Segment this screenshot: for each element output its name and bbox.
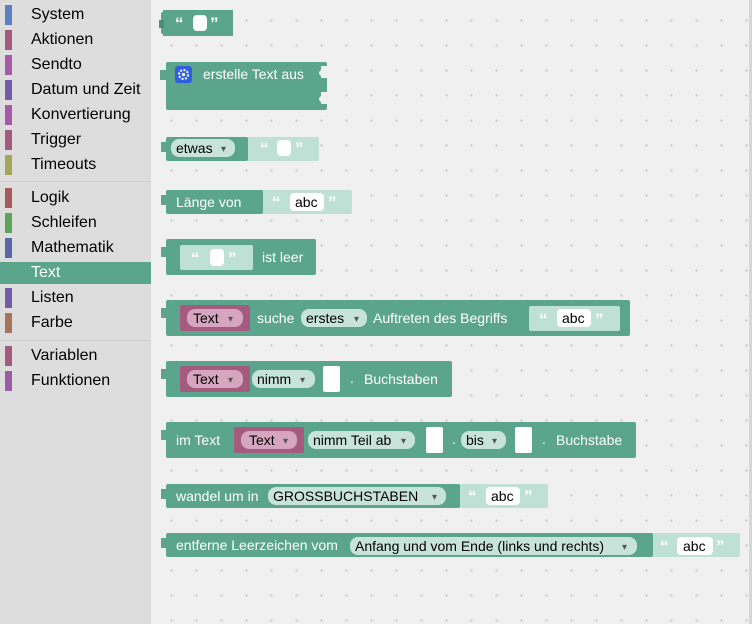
occurrence-label: Auftreten des Begriffs [373,310,507,326]
search-label: suche [257,310,295,326]
empty-value-input[interactable] [515,427,532,453]
chevron-down-icon: ▾ [354,314,359,325]
trim-side-value: Anfang und vom Ende (links und rechts) [355,538,604,554]
trim-label: entferne Leerzeichen vom [176,537,338,553]
text-substring-block[interactable]: im Text Text ▾ nimm Teil ab ▾ . bis ▾ . … [161,422,636,458]
dot-label: . [350,370,354,386]
append-variable-name: etwas [176,140,213,156]
case-value: GROSSBUCHSTABEN [273,488,418,504]
create-text-label: erstelle Text aus [203,66,304,82]
length-label: Länge von [176,194,241,210]
letter-label: Buchstabe [556,432,622,448]
quote-close: ” [210,14,219,33]
variable-name: Text [193,371,219,387]
is-empty-label: ist leer [262,249,304,265]
quote-open: “ [175,14,184,33]
case-input-value: abc [491,488,514,504]
text-charat-block[interactable]: Text ▾ nimm ▾ . Buchstaben [161,361,452,397]
quote-open: “ [468,487,477,506]
quote-open: “ [660,537,669,556]
text-isempty-block[interactable]: “ ” ist leer [161,239,316,275]
chevron-down-icon: ▾ [401,436,406,447]
chevron-down-icon: ▾ [492,436,497,447]
text-input-empty[interactable] [210,249,224,266]
create-text-block[interactable]: erstelle Text aus [160,62,327,110]
chevron-down-icon: ▾ [300,375,305,386]
text-input-empty[interactable] [193,15,207,31]
mode-value: nimm [257,371,291,387]
quote-close: ” [228,249,237,268]
length-value: abc [295,194,318,210]
quote-close: ” [716,537,725,556]
mode-value: nimm Teil ab [313,432,392,448]
text-indexof-block[interactable]: Text ▾ suche erstes ▾ Auftreten des Begr… [161,300,630,336]
chevron-down-icon: ▾ [432,492,437,503]
chevron-down-icon: ▾ [228,314,233,325]
empty-value-input[interactable] [426,427,443,453]
quote-open: “ [272,193,281,212]
text-changecase-block[interactable]: wandel um in GROSSBUCHSTABEN ▾ “ abc ” [161,484,548,508]
quote-open: “ [191,249,200,268]
quote-close: ” [524,487,533,506]
chevron-down-icon: ▾ [622,542,627,553]
blocks-canvas: “ ” erstelle Text aus etwas ▾ “ ” Länge … [159,10,740,557]
gear-icon[interactable] [175,66,192,83]
text-append-block[interactable]: etwas ▾ “ ” [161,137,319,161]
to-value: bis [466,432,484,448]
quote-close: ” [328,193,337,212]
in-text-label: im Text [176,432,220,448]
text-length-block[interactable]: Länge von “ abc ” [161,190,352,214]
quote-open: “ [539,310,548,329]
dot-label: . [542,431,546,447]
chevron-down-icon: ▾ [283,436,288,447]
text-input-empty[interactable] [277,140,291,156]
quote-close: ” [595,310,604,329]
dot-label: . [452,431,456,447]
quote-open: “ [260,139,269,158]
text-literal-block[interactable]: “ ” [159,10,233,36]
mode-value: erstes [306,310,344,326]
convert-label: wandel um in [175,488,259,504]
variable-name: Text [193,310,219,326]
quote-close: ” [295,139,304,158]
trim-input-value: abc [683,538,706,554]
letters-label: Buchstaben [364,371,438,387]
empty-value-input[interactable] [323,366,340,392]
search-value: abc [562,310,585,326]
variable-name: Text [249,432,275,448]
chevron-down-icon: ▾ [228,375,233,386]
chevron-down-icon: ▾ [221,144,226,155]
text-trim-block[interactable]: entferne Leerzeichen vom Anfang und vom … [161,533,740,557]
